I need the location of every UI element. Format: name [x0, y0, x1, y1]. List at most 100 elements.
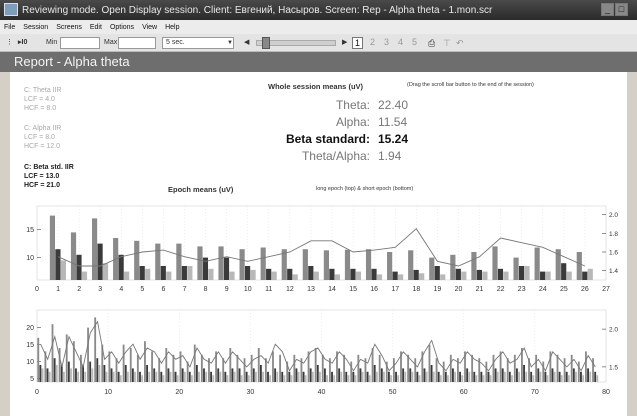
max-input[interactable] [118, 37, 156, 49]
filter-hcf: HCF = 12.0 [24, 143, 60, 150]
bar-alpha [395, 371, 397, 382]
scroll-right-icon[interactable]: ▶ [342, 37, 347, 49]
menu-file[interactable]: File [4, 24, 15, 31]
bar-beta [553, 371, 556, 382]
bar-alpha [466, 368, 469, 382]
menu-options[interactable]: Options [110, 24, 134, 31]
bar-beta [283, 375, 286, 382]
bar-alpha [139, 371, 141, 382]
bar-alpha [96, 358, 99, 382]
bar-alpha [181, 266, 187, 280]
x-tick-label: 19 [434, 286, 442, 293]
bar-theta [492, 354, 495, 382]
bar-theta [229, 348, 232, 382]
bar-alpha [308, 266, 314, 280]
bar-alpha [274, 368, 277, 382]
bar-theta [513, 354, 516, 382]
page-2[interactable]: 2 [370, 37, 375, 47]
report-title: Report - Alpha theta [0, 52, 637, 72]
scrollbar-thumb[interactable] [262, 37, 270, 49]
bar-alpha [371, 268, 377, 280]
bar-beta [271, 271, 277, 280]
y2-tick-label: 1.4 [609, 268, 618, 275]
bar-alpha [146, 365, 149, 382]
bar-alpha [455, 268, 461, 280]
menu-view[interactable]: View [142, 24, 157, 31]
interval-select[interactable]: 5 sec. [162, 37, 234, 49]
menu-help[interactable]: Help [165, 24, 179, 31]
bar-theta [534, 247, 540, 280]
page-3[interactable]: 3 [384, 37, 389, 47]
undo-icon[interactable]: ↶ [456, 37, 464, 49]
metric-theta-label: Theta: [335, 98, 370, 112]
scroll-left-icon[interactable]: ◀ [244, 37, 249, 49]
chevron-down-icon[interactable]: ▼ [227, 37, 233, 49]
bar-beta [91, 368, 94, 382]
bar-alpha [245, 266, 251, 280]
bar-beta [482, 375, 485, 382]
bar-alpha [594, 371, 597, 382]
bar-alpha [373, 365, 376, 382]
bar-beta [575, 371, 577, 382]
min-input[interactable] [60, 37, 100, 49]
bar-theta [250, 354, 253, 382]
bar-beta [567, 375, 570, 382]
bar-beta [518, 371, 520, 382]
filter-beta: C: Beta std. IIR LCF = 13.0 HCF = 21.0 [24, 163, 74, 190]
bar-alpha [153, 368, 156, 382]
bar-alpha [302, 371, 305, 382]
x-tick-label: 13 [307, 286, 315, 293]
bar-alpha [295, 368, 298, 382]
x-tick-label: 7 [183, 286, 187, 293]
bar-beta [539, 371, 542, 382]
bar-beta [347, 375, 350, 382]
bar-alpha [323, 368, 326, 382]
menu-screens[interactable]: Screens [56, 24, 82, 31]
bar-theta [222, 358, 225, 382]
bar-beta [525, 371, 528, 382]
bar-theta [450, 254, 456, 280]
menu-session[interactable]: Session [23, 24, 48, 31]
x-tick-label: 10 [244, 286, 252, 293]
bar-beta [319, 371, 321, 382]
bar-alpha [402, 368, 405, 382]
maximize-icon[interactable]: □ [615, 3, 628, 16]
min-label: Min [46, 39, 58, 46]
record-icon[interactable]: ▸I0 [18, 37, 27, 49]
page-1[interactable]: 1 [352, 37, 364, 49]
metric-theta-value: 22.40 [378, 98, 409, 112]
bar-theta [485, 361, 488, 382]
bar-beta [70, 368, 72, 382]
y2-tick-label: 2.0 [609, 212, 618, 219]
bar-alpha [473, 371, 476, 382]
bar-beta [166, 271, 172, 280]
x-tick-label: 21 [476, 286, 484, 293]
printer-icon[interactable]: ⎙ [428, 37, 435, 49]
x-tick-label: 5 [140, 286, 144, 293]
page-4[interactable]: 4 [398, 37, 403, 47]
bar-beta [292, 274, 298, 280]
menu-edit[interactable]: Edit [90, 24, 102, 31]
bar-theta [513, 257, 519, 280]
bar-alpha [345, 371, 348, 382]
bar-beta [62, 371, 65, 382]
bar-theta [499, 351, 502, 382]
bar-beta [77, 371, 80, 382]
minimize-icon[interactable]: _ [601, 3, 614, 16]
bar-beta [383, 371, 385, 382]
bar-beta [276, 371, 279, 382]
x-tick-label: 0 [35, 286, 39, 293]
bar-theta [350, 361, 353, 382]
bar-beta [162, 375, 165, 382]
bar-theta [129, 348, 132, 382]
page-5[interactable]: 5 [412, 37, 417, 47]
bar-alpha [60, 365, 63, 382]
bar-alpha [188, 371, 191, 382]
y2-tick-label: 1.5 [609, 364, 618, 371]
bar-alpha [366, 371, 369, 382]
bar-beta [148, 371, 151, 382]
bar-alpha [97, 243, 103, 280]
filter-icon[interactable]: ⊤ [443, 37, 451, 49]
bar-alpha [117, 371, 120, 382]
bar-theta [151, 351, 153, 382]
